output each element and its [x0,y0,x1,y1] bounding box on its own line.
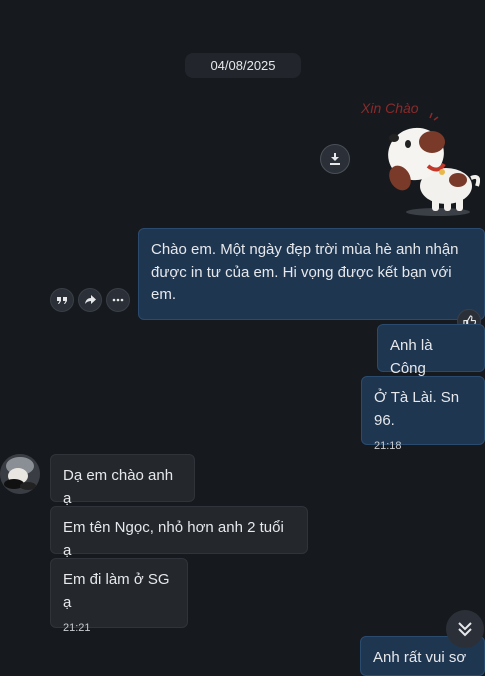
message-text: Chào em. Một ngày đẹp trời mùa hè anh nh… [151,241,459,303]
message-text: Ở Tà Lài. Sn 96. [374,389,460,429]
message-bubble-outgoing[interactable]: Anh là Công [377,324,485,377]
message-bubble-incoming[interactable]: Em đi làm ở SG ạ 21:21 [50,558,188,634]
date-separator: 04/08/2025 [185,53,301,78]
sticker-dog[interactable]: Xin Chào [358,98,480,220]
download-button[interactable] [320,144,350,174]
download-icon [330,153,340,165]
reply-button[interactable] [50,288,74,312]
quote-icon [57,297,67,304]
message-bubble-outgoing[interactable]: Ở Tà Lài. Sn 96. 21:18 [361,376,485,452]
avatar-image [0,454,40,494]
message-time: 21:21 [63,622,91,634]
message-time: 21:18 [374,440,402,452]
sticker-text: Xin Chào [360,100,419,116]
scroll-to-bottom-button[interactable] [446,610,484,648]
message-bubble-outgoing[interactable]: Chào em. Một ngày đẹp trời mùa hè anh nh… [138,228,485,320]
forward-button[interactable] [78,288,102,312]
message-text: Anh rất vui sơ CG [373,649,467,675]
message-text: Dạ em chào anh ạ [63,467,174,507]
more-icon [112,298,124,302]
message-text: Em tên Ngọc, nhỏ hơn anh 2 tuổi ạ [63,519,284,559]
chevron-double-down-icon [458,622,472,637]
message-text: Anh là Công [390,337,433,377]
message-bubble-incoming[interactable]: Dạ em chào anh ạ [50,454,195,507]
more-options-button[interactable] [106,288,130,312]
contact-avatar[interactable] [0,454,40,494]
message-bubble-incoming[interactable]: Em tên Ngọc, nhỏ hơn anh 2 tuổi ạ [50,506,308,559]
share-icon [85,295,96,304]
message-text: Em đi làm ở SG ạ [63,571,170,611]
